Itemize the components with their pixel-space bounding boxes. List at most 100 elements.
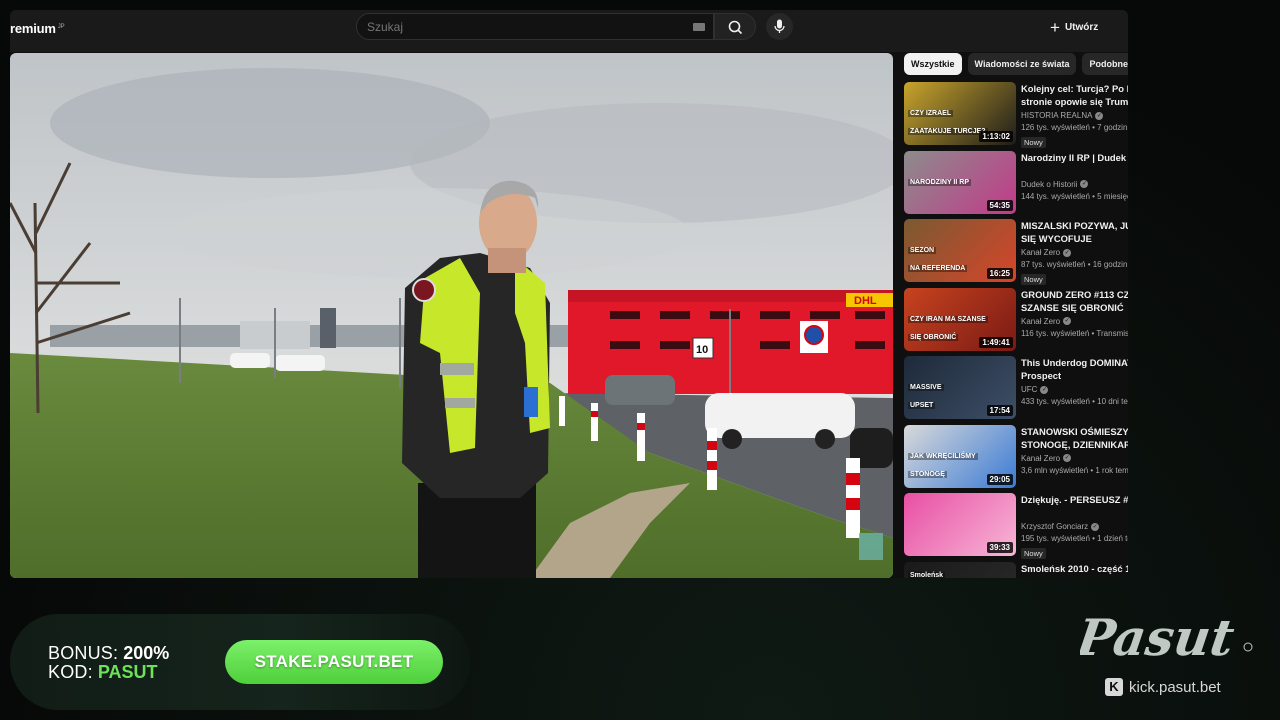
code-label: KOD: xyxy=(48,662,93,682)
stream-overlay: remiumJP + Utwórz xyxy=(0,0,1280,720)
verified-icon: ✓ xyxy=(1063,317,1072,325)
video-thumbnail[interactable]: 39:33 xyxy=(904,493,1016,556)
video-duration: 17:54 xyxy=(986,405,1013,416)
video-meta: 87 tys. wyświetleń • 16 godzin temu xyxy=(1021,260,1128,269)
stake-link-button[interactable]: STAKE.PASUT.BET xyxy=(225,640,443,684)
video-title[interactable]: Smoleńsk 2010 - część 1 xyxy=(1021,562,1128,579)
chip-related[interactable]: Podobne xyxy=(1082,53,1128,75)
recommendation-item[interactable]: NARODZINY II RP 54:35 Narodziny II RP | … xyxy=(904,150,1128,220)
thumbnail-caption: CZY IZRAEL xyxy=(908,110,954,117)
video-thumbnail[interactable]: NARODZINY II RP 54:35 xyxy=(904,150,1016,214)
video-title[interactable]: Narodziny II RP | Dudek o Historii xyxy=(1021,151,1128,177)
video-title[interactable]: GROUND ZERO #113 CZY IRAN MA SZANSE SIĘ … xyxy=(1021,288,1128,314)
channel-name[interactable]: Kanał Zero ✓ xyxy=(1021,248,1128,257)
bonus-text: BONUS: 200% KOD: PASUT xyxy=(48,644,169,682)
video-title[interactable]: STANOWSKI OŚMIESZYŁ STONOGĘ, DZIENNIKARZ xyxy=(1021,425,1128,451)
video-thumbnail[interactable]: SEZON NA REFERENDA 16:25 xyxy=(904,219,1016,282)
video-frame: DHL 10 xyxy=(10,53,893,578)
search-button[interactable] xyxy=(714,13,756,40)
video-info: GROUND ZERO #113 CZY IRAN MA SZANSE SIĘ … xyxy=(1021,288,1128,338)
video-title[interactable]: Dziękuję. - PERSEUSZ #24 xyxy=(1021,493,1128,519)
channel-name[interactable]: Krzysztof Gonciarz ✓ xyxy=(1021,522,1128,531)
verified-icon: ✓ xyxy=(1080,180,1089,188)
bonus-banner: BONUS: 200% KOD: PASUT STAKE.PASUT.BET xyxy=(10,614,470,710)
bonus-label: BONUS: xyxy=(48,643,119,663)
video-meta: 144 tys. wyświetleń • 5 miesięcy temu xyxy=(1021,191,1128,201)
thumbnail-caption: Smoleńsk xyxy=(908,571,946,578)
channel-name[interactable]: Dudek o Historii ✓ xyxy=(1021,180,1128,189)
video-player[interactable]: DHL 10 xyxy=(10,53,893,578)
kick-link[interactable]: K kick.pasut.bet xyxy=(1105,678,1221,696)
video-duration: 1:13:02 xyxy=(979,131,1013,142)
verified-icon: ✓ xyxy=(1040,385,1049,394)
dhl-sign-text: DHL xyxy=(854,295,877,307)
video-thumbnail[interactable]: CZY IZRAELZAATAKUJE TURCJĘ?MAREK MAGIERO… xyxy=(904,82,1016,145)
video-duration: 29:05 xyxy=(986,473,1013,485)
search-box xyxy=(356,13,714,40)
youtube-logo[interactable]: remium JP xyxy=(10,21,65,36)
verified-icon: ✓ xyxy=(1091,522,1100,531)
video-thumbnail[interactable]: Smoleńsk xyxy=(904,561,1016,578)
thumbnail-caption: NA REFERENDA xyxy=(908,265,968,272)
video-info: STANOWSKI OŚMIESZYŁ STONOGĘ, DZIENNIKARZ… xyxy=(1021,425,1128,475)
video-info: Smoleńsk 2010 - część 1 xyxy=(1021,562,1128,579)
thumbnail-caption: SEZON xyxy=(908,247,937,254)
verified-icon: ✓ xyxy=(1063,248,1072,257)
chip-world-news[interactable]: Wiadomości ze świata xyxy=(967,53,1077,75)
video-thumbnail[interactable]: JAK WKRĘCILIŚMYSTONOGĘI CAŁĄ POLSKĘ 29:0… xyxy=(904,424,1016,488)
microphone-icon xyxy=(774,19,785,33)
filter-chips: Wszystkie Wiadomości ze świata Podobne xyxy=(904,53,1128,75)
chip-all[interactable]: Wszystkie xyxy=(904,53,962,75)
new-badge: Nowy xyxy=(1021,548,1046,559)
channel-name[interactable]: Kanał Zero ✓ xyxy=(1021,317,1128,326)
recommendation-item[interactable]: CZY IRAN MA SZANSE SIĘ OBRONIĆ 1:49:41 GR… xyxy=(904,287,1128,357)
bonus-value: 200% xyxy=(123,643,170,663)
video-meta: 3,6 mln wyświetleń • 1 rok temu xyxy=(1021,465,1128,475)
thumbnail-caption: STONOGĘ xyxy=(908,470,947,478)
video-duration: 16:25 xyxy=(986,268,1013,279)
thumbnail-caption: UPSET xyxy=(908,402,936,409)
recommendation-item[interactable]: CZY IZRAELZAATAKUJE TURCJĘ?MAREK MAGIERO… xyxy=(904,82,1128,151)
thumbnail-caption: SIĘ OBRONIĆ xyxy=(908,333,959,341)
verified-icon: ✓ xyxy=(1063,454,1072,462)
channel-name[interactable]: UFC ✓ xyxy=(1021,385,1128,394)
thumbnail-caption: ZAATAKUJE TURCJĘ? xyxy=(908,128,988,135)
channel-name[interactable]: Kanał Zero ✓ xyxy=(1021,454,1128,463)
recommendation-item[interactable]: Smoleńsk Smoleńsk 2010 - część 1 xyxy=(904,561,1128,579)
search-input[interactable] xyxy=(367,14,677,39)
video-title[interactable]: MISZALSKI POZYWA, JUCEWICZ SIĘ WYCOFUJE xyxy=(1021,219,1128,245)
channel-name[interactable]: HISTORIA REALNA ✓ xyxy=(1021,111,1128,120)
recommendations-list: CZY IZRAELZAATAKUJE TURCJĘ?MAREK MAGIERO… xyxy=(904,82,1128,578)
voice-search-button[interactable] xyxy=(766,13,793,40)
recommendation-item[interactable]: MASSIVE UPSET 17:54 This Underdog DOMINAT… xyxy=(904,356,1128,425)
youtube-header: remiumJP + Utwórz xyxy=(10,10,1128,52)
speed-sign-text: 10 xyxy=(696,344,708,356)
kick-url: kick.pasut.bet xyxy=(1129,678,1221,696)
video-thumbnail[interactable]: MASSIVE UPSET 17:54 xyxy=(904,356,1016,419)
youtube-window: remiumJP + Utwórz xyxy=(10,10,1128,578)
keyboard-icon[interactable] xyxy=(693,23,705,31)
video-info: Dziękuję. - PERSEUSZ #24 Krzysztof Gonci… xyxy=(1021,493,1128,561)
video-meta: 433 tys. wyświetleń • 10 dni temu xyxy=(1021,397,1128,406)
video-meta: 195 tys. wyświetleń • 1 dzień temu xyxy=(1021,534,1128,543)
create-button[interactable]: + Utwórz xyxy=(1050,18,1098,36)
video-duration: 1:49:41 xyxy=(979,336,1013,348)
recommendation-item[interactable]: SEZON NA REFERENDA 16:25 MISZALSKI POZYWA… xyxy=(904,219,1128,288)
video-info: Kolejny cel: Turcja? Po której stronie o… xyxy=(1021,82,1128,150)
video-title[interactable]: This Underdog DOMINATED Top Prospect xyxy=(1021,356,1128,382)
video-info: MISZALSKI POZYWA, JUCEWICZ SIĘ WYCOFUJE … xyxy=(1021,219,1128,287)
video-info: This Underdog DOMINATED Top Prospect UFC… xyxy=(1021,356,1128,406)
create-label: Utwórz xyxy=(1064,21,1099,33)
new-badge: Nowy xyxy=(1021,137,1046,148)
video-meta: 126 tys. wyświetleń • 7 godzin temu xyxy=(1021,123,1128,132)
kick-icon: K xyxy=(1105,678,1123,696)
search-icon xyxy=(728,20,743,35)
video-title[interactable]: Kolejny cel: Turcja? Po której stronie o… xyxy=(1021,82,1128,108)
recommendation-item[interactable]: JAK WKRĘCILIŚMYSTONOGĘI CAŁĄ POLSKĘ 29:0… xyxy=(904,424,1128,494)
video-thumbnail[interactable]: CZY IRAN MA SZANSE SIĘ OBRONIĆ 1:49:41 xyxy=(904,287,1016,351)
recommendation-item[interactable]: 39:33 Dziękuję. - PERSEUSZ #24 Krzysztof… xyxy=(904,493,1128,562)
verified-icon: ✓ xyxy=(1095,111,1104,120)
video-duration: 39:33 xyxy=(986,542,1013,553)
thumbnail-caption: NARODZINY II RP xyxy=(908,178,971,186)
video-info: Narodziny II RP | Dudek o Historii Dudek… xyxy=(1021,151,1128,201)
